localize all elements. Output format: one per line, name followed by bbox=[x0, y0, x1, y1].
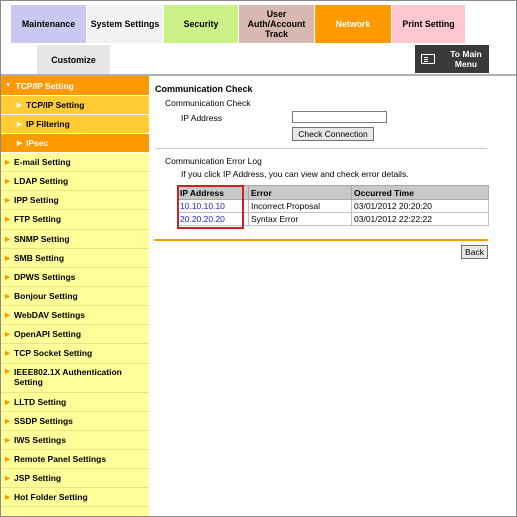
sidebar-item-remote-panel[interactable]: ▶ Remote Panel Settings bbox=[1, 449, 149, 470]
sidebar-item-snmp[interactable]: ▶ SNMP Setting bbox=[1, 229, 149, 249]
triangle-right-icon: ▶ bbox=[17, 140, 22, 147]
sidebar-subitem-tcpip-setting[interactable]: ▶ TCP/IP Setting bbox=[1, 96, 149, 115]
sidebar-item-smb[interactable]: ▶ SMB Setting bbox=[1, 248, 149, 268]
sidebar-item-openapi[interactable]: ▶ OpenAPI Setting bbox=[1, 325, 149, 345]
triangle-right-icon: ▶ bbox=[5, 367, 10, 375]
to-main-menu-label: To Main Menu bbox=[450, 49, 482, 69]
triangle-right-icon: ▶ bbox=[5, 456, 10, 464]
triangle-right-icon: ▶ bbox=[5, 312, 10, 320]
sidebar-item-dpws[interactable]: ▶ DPWS Settings bbox=[1, 267, 149, 287]
time-cell: 03/01/2012 20:20:20 bbox=[351, 199, 489, 213]
triangle-right-icon: ▶ bbox=[5, 235, 10, 243]
sidebar-item-ftp[interactable]: ▶ FTP Setting bbox=[1, 210, 149, 230]
ip-address-input[interactable] bbox=[292, 111, 387, 123]
triangle-right-icon: ▶ bbox=[5, 293, 10, 301]
triangle-right-icon: ▶ bbox=[5, 398, 10, 406]
column-header-error: Error bbox=[248, 185, 352, 200]
ip-address-label: IP Address bbox=[181, 113, 222, 123]
sidebar: ▼ TCP/IP Setting ▶ TCP/IP Setting ▶ IP F… bbox=[1, 76, 149, 516]
sidebar-item-ipp[interactable]: ▶ IPP Setting bbox=[1, 191, 149, 211]
menu-list-icon bbox=[421, 54, 435, 64]
tab-user-auth[interactable]: User Auth/Account Track bbox=[239, 5, 315, 43]
sidebar-item-webdav[interactable]: ▶ WebDAV Settings bbox=[1, 306, 149, 326]
sidebar-item-tcpip[interactable]: ▼ TCP/IP Setting bbox=[1, 76, 149, 96]
sidebar-item-ssdp[interactable]: ▶ SSDP Settings bbox=[1, 411, 149, 431]
triangle-right-icon: ▶ bbox=[5, 436, 10, 444]
to-main-menu-button[interactable]: To Main Menu bbox=[415, 45, 489, 73]
error-cell: Syntax Error bbox=[248, 212, 352, 226]
triangle-right-icon: ▶ bbox=[5, 475, 10, 483]
sidebar-item-iws[interactable]: ▶ IWS Settings bbox=[1, 430, 149, 450]
sidebar-item-lltd[interactable]: ▶ LLTD Setting bbox=[1, 392, 149, 412]
triangle-down-icon: ▼ bbox=[5, 82, 12, 89]
triangle-right-icon: ▶ bbox=[17, 102, 22, 109]
page-title: Communication Check bbox=[155, 84, 253, 94]
sidebar-item-hot-folder[interactable]: ▶ Hot Folder Setting bbox=[1, 488, 149, 508]
check-connection-button[interactable]: Check Connection bbox=[292, 127, 374, 141]
highlight-box bbox=[177, 185, 244, 229]
tab-customize[interactable]: Customize bbox=[37, 45, 110, 74]
sidebar-item-jsp[interactable]: ▶ JSP Setting bbox=[1, 469, 149, 489]
triangle-right-icon: ▶ bbox=[5, 216, 10, 224]
time-cell: 03/01/2012 22:22:22 bbox=[351, 212, 489, 226]
bottom-divider bbox=[154, 239, 488, 241]
sidebar-item-ldap[interactable]: ▶ LDAP Setting bbox=[1, 172, 149, 192]
triangle-right-icon: ▶ bbox=[5, 417, 10, 425]
triangle-right-icon: ▶ bbox=[5, 494, 10, 502]
sidebar-item-tcp-socket[interactable]: ▶ TCP Socket Setting bbox=[1, 344, 149, 364]
error-log-title: Communication Error Log bbox=[165, 156, 262, 166]
tab-network[interactable]: Network bbox=[315, 5, 392, 43]
tab-maintenance[interactable]: Maintenance bbox=[11, 5, 87, 43]
error-log-hint: If you click IP Address, you can view an… bbox=[181, 169, 409, 179]
sidebar-item-ieee8021x[interactable]: ▶ IEEE802.1X Authentication Setting bbox=[1, 363, 149, 393]
sidebar-item-email[interactable]: ▶ E-mail Setting bbox=[1, 153, 149, 173]
triangle-right-icon: ▶ bbox=[5, 350, 10, 358]
sidebar-item-bonjour[interactable]: ▶ Bonjour Setting bbox=[1, 286, 149, 307]
triangle-right-icon: ▶ bbox=[5, 159, 10, 167]
triangle-right-icon: ▶ bbox=[5, 197, 10, 205]
top-tab-bar: Maintenance System Settings Security Use… bbox=[11, 5, 466, 43]
triangle-right-icon: ▶ bbox=[5, 254, 10, 262]
section-title: Communication Check bbox=[165, 98, 251, 108]
tab-user-auth-label: User Auth/Account Track bbox=[247, 9, 306, 39]
error-cell: Incorrect Proposal bbox=[248, 199, 352, 213]
tab-security[interactable]: Security bbox=[164, 5, 239, 43]
column-header-time: Occurred Time bbox=[351, 185, 489, 200]
sidebar-subitem-ip-filtering[interactable]: ▶ IP Filtering bbox=[1, 115, 149, 134]
triangle-right-icon: ▶ bbox=[17, 121, 22, 128]
triangle-right-icon: ▶ bbox=[5, 178, 10, 186]
tab-system-settings[interactable]: System Settings bbox=[87, 5, 164, 43]
section-divider bbox=[155, 148, 487, 149]
triangle-right-icon: ▶ bbox=[5, 331, 10, 339]
sidebar-subitem-ipsec[interactable]: ▶ IPsec bbox=[1, 134, 149, 153]
back-button[interactable]: Back bbox=[461, 245, 488, 259]
triangle-right-icon: ▶ bbox=[5, 273, 10, 281]
tab-print-setting[interactable]: Print Setting bbox=[392, 5, 466, 43]
